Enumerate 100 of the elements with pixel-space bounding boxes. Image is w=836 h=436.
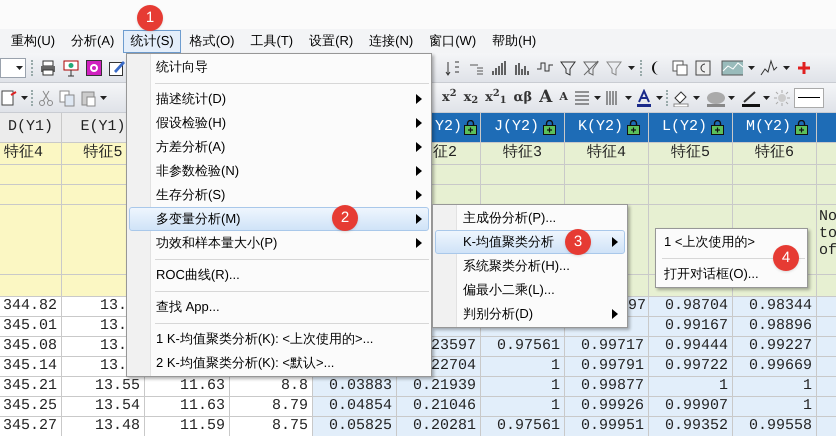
menu-bar-item[interactable]: 工具(T) (244, 30, 300, 52)
table-cell: 345.01 (0, 317, 62, 337)
format-tool-button[interactable]: x$^{2}$ (440, 88, 459, 108)
table-cell: 0.99951 (565, 417, 649, 436)
line-style-field[interactable] (794, 88, 824, 108)
table-cell: 特征4 (565, 143, 649, 165)
column-header[interactable]: D(Y1) (0, 113, 62, 143)
edit-icon[interactable] (108, 58, 126, 76)
table-cell: No to of (817, 205, 836, 275)
window-icon[interactable] (85, 58, 103, 76)
format-tool-button[interactable]: A (557, 89, 570, 106)
table-cell: 0.97561 (481, 337, 565, 357)
menu-bar-item[interactable]: 连接(N) (362, 30, 420, 52)
table-cell: 0.99717 (565, 337, 649, 357)
menu-bar-item[interactable]: 统计(S) (123, 30, 181, 52)
table-cell: 11.63 (145, 377, 230, 397)
lock-icon (795, 120, 808, 135)
table-cell: 0.99352 (649, 417, 733, 436)
lock-icon (543, 120, 556, 135)
menu-item[interactable]: 功效和样本量大小(P) (129, 231, 429, 255)
toolbar-grip[interactable] (666, 90, 669, 106)
table-cell: 0.20281 (397, 417, 481, 436)
printer-icon[interactable] (39, 58, 57, 76)
table-cell (0, 205, 62, 275)
menu-bar-item[interactable]: 重构(U) (4, 30, 62, 52)
table-cell: 0.99558 (733, 417, 817, 436)
table-cell: 0.98896 (733, 317, 817, 337)
table-cell: 1 (649, 377, 733, 397)
cut-icon[interactable] (37, 88, 55, 106)
table-cell: 345.21 (0, 377, 62, 397)
table-cell: 0.99722 (649, 357, 733, 377)
column-header[interactable]: J(Y2) (481, 113, 565, 143)
table-cell (0, 275, 62, 297)
menu-item[interactable]: 系统聚类分析(H)... (435, 254, 625, 278)
table-cell: 13.54 (62, 397, 145, 417)
format-tool-button[interactable]: A (537, 84, 554, 110)
column-header[interactable]: L(Y2) (649, 113, 733, 143)
format-tool-button[interactable]: x$_{2}$ (462, 88, 480, 108)
table-cell (0, 165, 62, 185)
menu-item[interactable]: 主成份分析(P)... (435, 206, 625, 230)
column-header[interactable]: K(Y2) (565, 113, 649, 143)
table-cell: 1 (481, 397, 565, 417)
table-cell: 11.63 (145, 397, 230, 417)
table-cell: 0.21046 (397, 397, 481, 417)
bar-chart-icon[interactable] (490, 58, 508, 76)
lock-icon (627, 120, 640, 135)
align-icon[interactable] (572, 88, 591, 106)
column-header[interactable]: M(Y2) (733, 113, 817, 143)
table-cell: 0.98344 (733, 297, 817, 317)
window-icon[interactable] (694, 58, 712, 76)
table-cell: 0.99227 (733, 337, 817, 357)
table-cell (0, 185, 62, 205)
table-cell: 345.08 (0, 337, 62, 357)
font-color-icon[interactable] (634, 88, 653, 106)
format-tool-button[interactable]: αβ (511, 88, 534, 108)
table-cell: 0.99791 (565, 357, 649, 377)
toolbar-grip[interactable] (31, 60, 34, 76)
table-cell: 345.14 (0, 357, 62, 377)
table-cell: 0.05825 (313, 417, 397, 436)
document-icon[interactable] (0, 88, 18, 106)
menu-item[interactable]: ROC曲线(R)... (129, 263, 429, 287)
table-cell: 0.99669 (733, 357, 817, 377)
filter-icon[interactable] (582, 58, 600, 76)
table-cell: 特征3 (481, 143, 565, 165)
peak-icon[interactable] (760, 58, 778, 76)
toolbar-grip[interactable] (31, 90, 34, 106)
fill-color-icon[interactable] (672, 88, 690, 106)
lock-icon (464, 120, 477, 135)
toolbar-grip[interactable] (640, 60, 643, 76)
menu-bar-item[interactable]: 格式(O) (182, 30, 242, 52)
table-cell: 344.82 (0, 297, 62, 317)
dropdown-field[interactable] (0, 58, 26, 78)
table-cell: 13.55 (62, 377, 145, 397)
copy-icon[interactable] (58, 88, 76, 106)
table-cell: 0.99907 (649, 397, 733, 417)
table-cell: 1 (481, 377, 565, 397)
table-cell: 0.03883 (313, 377, 397, 397)
table-cell: 0.99926 (565, 397, 649, 417)
table-cell: 0.04854 (313, 397, 397, 417)
menu-bar-item[interactable]: 设置(R) (302, 30, 360, 52)
menu-bar-item[interactable]: 帮助(H) (485, 30, 544, 52)
menu-bar-item[interactable]: 分析(A) (64, 30, 122, 52)
menu-item[interactable]: 描述统计(D) (129, 87, 429, 111)
sort-icon[interactable] (444, 58, 462, 76)
menu-bar-item[interactable]: 窗口(W) (422, 30, 484, 52)
filter-icon[interactable] (559, 58, 577, 76)
table-cell: 345.25 (0, 397, 62, 417)
table-cell: 特征4 (0, 143, 62, 165)
table-cell: 0.21939 (397, 377, 481, 397)
table-cell: 8.79 (230, 397, 313, 417)
menu-item[interactable]: 统计向导 (129, 55, 429, 79)
menu-item[interactable]: 生存分析(S) (129, 183, 429, 207)
table-cell: 8.8 (230, 377, 313, 397)
layers-icon[interactable] (671, 58, 689, 76)
table-cell: 0.99444 (649, 337, 733, 357)
lock-icon (711, 120, 724, 135)
table-cell: 特征5 (649, 143, 733, 165)
table-cell: 1 (481, 357, 565, 377)
presentation-icon[interactable] (62, 58, 80, 76)
table-cell: 0.97561 (481, 417, 565, 436)
